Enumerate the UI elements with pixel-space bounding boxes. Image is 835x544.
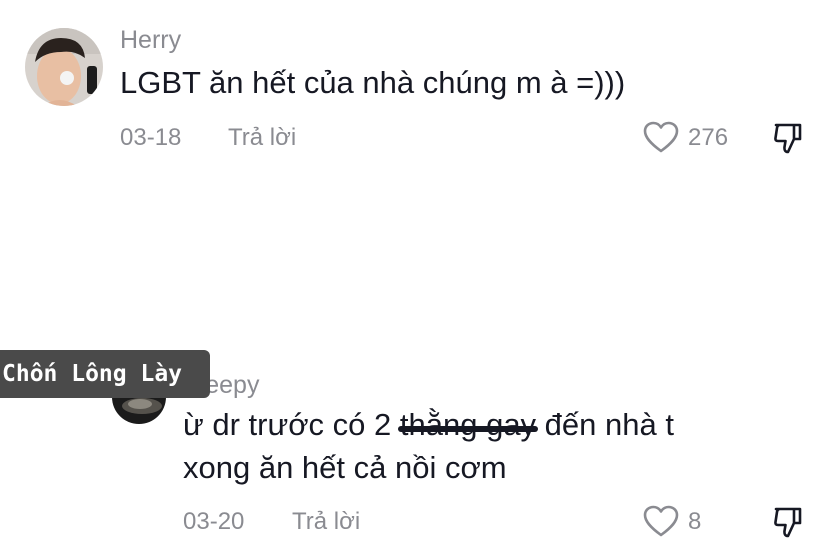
comment-text-part: ừ dr trước có 2 — [183, 407, 400, 442]
reply-button[interactable]: Trả lời — [292, 508, 360, 536]
heart-icon[interactable] — [642, 504, 680, 543]
comment-text-part: đến nhà t — [536, 407, 674, 442]
reply-button[interactable]: Trả lời — [228, 124, 296, 152]
avatar-photo — [25, 28, 103, 106]
dislike-icon[interactable] — [772, 121, 804, 160]
comment-username[interactable]: Herry — [120, 26, 181, 55]
watermark-label: Chốn Lông Lày — [0, 350, 210, 398]
dislike-icon[interactable] — [772, 505, 804, 544]
struck-text: thằng gay — [397, 405, 539, 445]
comment-text: ừ dr trước có 2 thằng gay đến nhà t — [183, 405, 674, 445]
comment-text-line2: xong ăn hết cả nồi cơm — [183, 450, 507, 485]
comment-date: 03-18 — [120, 124, 182, 151]
heart-icon[interactable] — [642, 120, 680, 159]
comment-text: LGBT ăn hết của nhà chúng m à =))) — [120, 65, 626, 100]
like-count: 8 — [688, 508, 702, 535]
comment-date: 03-20 — [183, 508, 245, 535]
avatar[interactable] — [25, 28, 103, 106]
like-count: 276 — [688, 124, 729, 151]
